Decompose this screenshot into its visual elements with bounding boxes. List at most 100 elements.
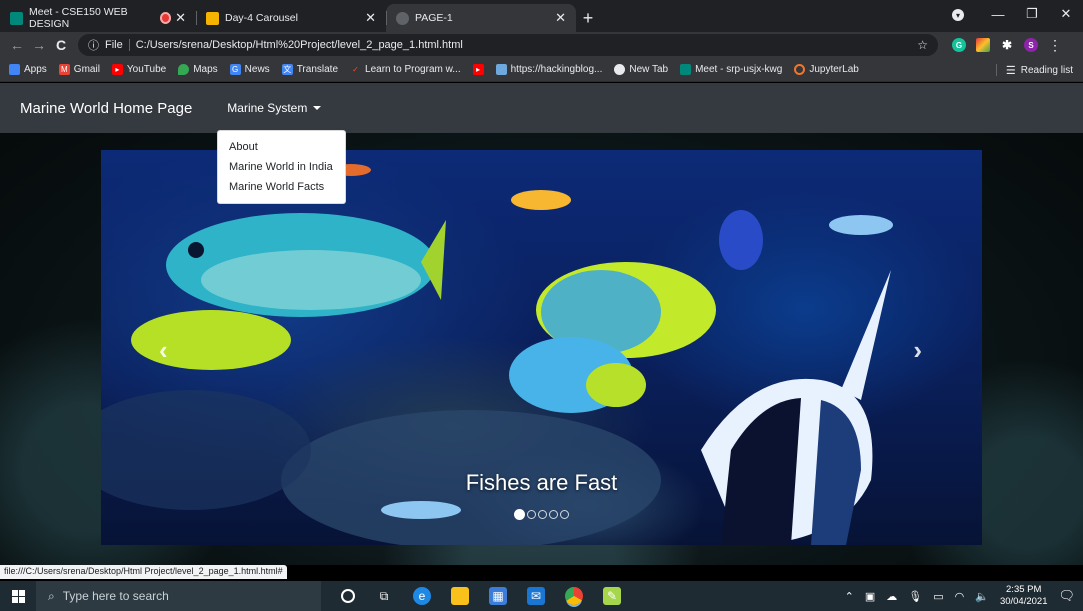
carousel-indicator[interactable] bbox=[560, 510, 569, 519]
tab-page-1[interactable]: PAGE-1 ✕ bbox=[386, 4, 576, 32]
bookmark-label: New Tab bbox=[629, 64, 669, 75]
carousel-indicator[interactable] bbox=[549, 510, 558, 519]
carousel-prev-control[interactable]: ‹ bbox=[159, 335, 168, 366]
bookmark-label: Apps bbox=[24, 64, 47, 75]
bookmark-hackingblog[interactable]: https://hackingblog... bbox=[495, 64, 602, 75]
back-icon[interactable]: ← bbox=[6, 37, 28, 53]
bookmark-label: News bbox=[244, 64, 270, 75]
info-icon[interactable]: ⓘ bbox=[88, 37, 99, 53]
tab-meet[interactable]: Meet - CSE150 WEB DESIGN ✕ bbox=[0, 4, 196, 32]
scheme-label: File bbox=[105, 39, 123, 51]
taskbar-search-box[interactable]: ⌕ Type here to search bbox=[36, 581, 321, 611]
bookmark-apps[interactable]: Apps bbox=[9, 64, 47, 75]
youtube-icon: ▸ bbox=[111, 64, 123, 75]
bookmark-translate[interactable]: 文 Translate bbox=[281, 64, 338, 75]
close-icon[interactable]: ✕ bbox=[555, 10, 566, 26]
grammarly-extension-icon[interactable]: G bbox=[952, 38, 966, 52]
clock[interactable]: 2:35 PM 30/04/2021 bbox=[1000, 584, 1048, 608]
bookmarks-bar: Apps M Gmail ▸ YouTube Maps G News 文 Tra… bbox=[0, 58, 1083, 82]
dropdown-item-marine-world-in-india[interactable]: Marine World in India bbox=[218, 157, 345, 177]
fish-belly bbox=[201, 250, 421, 310]
volume-icon[interactable]: 🔈 bbox=[975, 590, 989, 603]
news-icon: G bbox=[229, 64, 241, 75]
tab-day4-carousel[interactable]: Day-4 Carousel ✕ bbox=[196, 4, 386, 32]
status-bar-url: file:///C:/Users/srena/Desktop/Html Proj… bbox=[0, 565, 287, 579]
close-icon[interactable]: ✕ bbox=[175, 10, 186, 26]
clock-date: 30/04/2021 bbox=[999, 596, 1048, 607]
bookmark-news[interactable]: G News bbox=[229, 64, 270, 75]
bookmark-gmail[interactable]: M Gmail bbox=[58, 64, 100, 75]
address-bar-row: ← → C ⓘ File C:/Users/srena/Desktop/Html… bbox=[0, 32, 1083, 58]
marine-system-dropdown-toggle[interactable]: Marine System bbox=[227, 101, 322, 115]
bookmark-new-tab[interactable]: New Tab bbox=[614, 64, 668, 75]
chrome-icon[interactable] bbox=[565, 587, 583, 605]
small-fish bbox=[719, 210, 763, 270]
bookmark-label: JupyterLab bbox=[809, 64, 859, 75]
slides-icon bbox=[206, 11, 219, 25]
edge-icon[interactable]: e bbox=[413, 587, 431, 605]
chevron-up-icon[interactable]: ⌃ bbox=[845, 590, 854, 603]
small-fish bbox=[511, 190, 571, 210]
reading-list-label: Reading list bbox=[1020, 64, 1073, 76]
bookmark-meet[interactable]: Meet - srp-usjx-kwg bbox=[680, 64, 782, 75]
forward-icon[interactable]: → bbox=[28, 37, 50, 53]
task-view-icon[interactable]: ⧉ bbox=[375, 587, 393, 605]
onedrive-icon[interactable]: ☁ bbox=[886, 590, 897, 603]
chrome-profile-icon[interactable]: ▾ bbox=[952, 9, 964, 21]
windows-logo-icon bbox=[11, 589, 25, 603]
notepad-icon[interactable]: ✎ bbox=[603, 587, 621, 605]
profile-avatar[interactable]: S bbox=[1024, 38, 1038, 52]
carousel-indicator[interactable] bbox=[527, 510, 536, 519]
dropdown-menu: About Marine World in India Marine World… bbox=[217, 130, 346, 204]
wifi-icon[interactable]: ◠ bbox=[955, 590, 965, 603]
reload-icon[interactable]: C bbox=[50, 37, 72, 53]
restore-icon[interactable]: ❐ bbox=[1015, 6, 1049, 22]
bookmark-youtube[interactable]: ▸ YouTube bbox=[111, 64, 167, 75]
bookmark-label: Maps bbox=[193, 64, 218, 75]
bookmark-youtube-video[interactable]: ▸ bbox=[472, 64, 484, 75]
caret-down-icon bbox=[313, 106, 322, 110]
bookmark-learn-to-program[interactable]: ✓ Learn to Program w... bbox=[350, 64, 460, 75]
dropdown-item-marine-world-facts[interactable]: Marine World Facts bbox=[218, 177, 345, 197]
new-tab-button[interactable]: + bbox=[576, 4, 600, 32]
close-icon[interactable]: ✕ bbox=[365, 10, 376, 26]
bookmark-jupyterlab[interactable]: JupyterLab bbox=[794, 64, 859, 75]
divider bbox=[128, 39, 130, 51]
fish-tail bbox=[421, 220, 446, 300]
dropdown-item-about[interactable]: About bbox=[218, 137, 345, 157]
cortana-icon[interactable] bbox=[341, 589, 355, 603]
bannerfish-fin bbox=[841, 270, 891, 400]
navbar-brand[interactable]: Marine World Home Page bbox=[20, 100, 192, 117]
recording-icon bbox=[161, 14, 170, 22]
notification-icon[interactable]: 🗨 bbox=[1058, 588, 1075, 604]
yellow-fish bbox=[131, 310, 291, 370]
url-input[interactable]: ⓘ File C:/Users/srena/Desktop/Html%20Pro… bbox=[78, 34, 938, 56]
bookmark-star-icon[interactable]: ☆ bbox=[917, 38, 928, 52]
carousel-indicator[interactable] bbox=[514, 509, 525, 520]
meet-icon bbox=[10, 11, 23, 25]
microphone-icon[interactable]: 🎙 bbox=[908, 590, 922, 603]
close-window-icon[interactable]: ✕ bbox=[1049, 6, 1083, 22]
menu-icon[interactable]: ⋮ bbox=[1048, 37, 1062, 54]
minimize-icon[interactable]: — bbox=[981, 7, 1015, 22]
jupyter-icon bbox=[794, 64, 806, 75]
bookmark-maps[interactable]: Maps bbox=[178, 64, 218, 75]
battery-icon[interactable]: ▭ bbox=[933, 590, 943, 603]
file-explorer-icon[interactable] bbox=[451, 587, 469, 605]
w3schools-icon: ✓ bbox=[352, 65, 359, 74]
carousel-next-control[interactable]: › bbox=[913, 335, 922, 366]
mail-icon[interactable]: ✉ bbox=[527, 587, 545, 605]
start-button[interactable] bbox=[0, 589, 36, 603]
store-icon[interactable]: ▦ bbox=[489, 587, 507, 605]
navbar: Marine World Home Page Marine System bbox=[0, 83, 1083, 133]
colorful-extension-icon[interactable] bbox=[976, 38, 990, 52]
meet-now-icon[interactable]: ▣ bbox=[865, 590, 875, 603]
carousel-indicator[interactable] bbox=[538, 510, 547, 519]
carousel-indicators bbox=[514, 509, 569, 520]
windows-taskbar: ⌕ Type here to search ⧉ e ▦ ✉ ✎ ⌃ ▣ ☁ 🎙 … bbox=[0, 581, 1083, 611]
bookmark-label: YouTube bbox=[126, 64, 167, 75]
tab-title: Meet - CSE150 WEB DESIGN bbox=[29, 6, 128, 30]
puzzle-extensions-icon[interactable]: ✱ bbox=[1000, 38, 1014, 52]
taskbar-apps: ⧉ e ▦ ✉ ✎ bbox=[341, 587, 621, 605]
reading-list-button[interactable]: ☰ Reading list bbox=[995, 58, 1073, 82]
